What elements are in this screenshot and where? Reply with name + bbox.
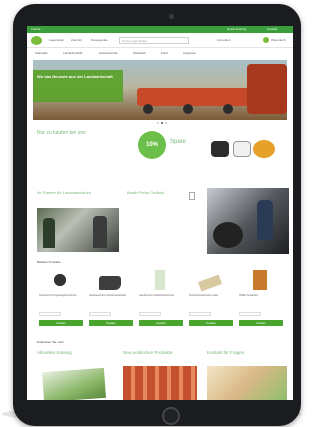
buy-button[interactable]: Kaufen (239, 320, 283, 326)
person-silhouette (93, 216, 107, 248)
wheel-image (223, 104, 233, 114)
warning-light-image[interactable] (253, 140, 275, 158)
wheel-image (183, 104, 193, 114)
tire-image (213, 222, 243, 248)
filter-image (253, 270, 267, 290)
product-card[interactable]: Handschutz Arbeitshandschuh Kaufen (139, 266, 183, 330)
product-card[interactable]: Schutzhandschuhe Leder Kaufen (189, 266, 233, 330)
price-field (239, 312, 261, 316)
header-link[interactable]: Lagerfelder (49, 38, 64, 42)
tablet-screen: Tractor... Gratis levering Kontakt Lager… (27, 26, 293, 400)
person-silhouette (257, 200, 273, 240)
person-silhouette (43, 218, 55, 248)
pagination-dot[interactable] (165, 122, 167, 124)
hero-title: Wo das Neueste aus der Landwirtschaft (37, 74, 113, 79)
cart-link[interactable]: Warenkorb (271, 38, 286, 42)
card-title: Beste Preise Technik (127, 190, 165, 195)
price-field (89, 312, 111, 316)
main-nav: Startseite Landwirtschaft Gartentechnik … (27, 48, 293, 58)
header-link[interactable]: Zubehör (71, 38, 82, 42)
product-name: Schutzhandschuhe Leder (189, 294, 219, 297)
discount-label: Spare (170, 139, 187, 145)
buy-button[interactable]: Kaufen (89, 320, 133, 326)
nav-item[interactable]: Angebote (183, 51, 196, 55)
price-field (189, 312, 211, 316)
work-lamp-image[interactable] (211, 141, 229, 157)
header-link[interactable]: Dieselgeräte (91, 38, 108, 42)
footer-column-title: Neu entdecken Produkte (123, 350, 173, 355)
product-card[interactable]: Gehörschutz Kapselgehörschutz Kaufen (39, 266, 83, 330)
product-card[interactable]: Arbeitsschuhe Sicherheitsstiefel Kaufen (89, 266, 133, 330)
cart-icon[interactable] (263, 37, 269, 43)
home-button[interactable] (162, 407, 180, 425)
product-name: Arbeitsschuhe Sicherheitsstiefel (89, 294, 126, 297)
product-card[interactable]: Ölfilter Ersatzteil Kaufen (239, 266, 283, 330)
product-name: Gehörschutz Kapselgehörschutz (39, 294, 77, 297)
glove-image (197, 274, 223, 292)
machinery-image[interactable] (123, 366, 197, 400)
tractor-image (247, 64, 287, 114)
topbar-item[interactable]: Kontakt (267, 27, 277, 31)
buy-button[interactable]: Kaufen (189, 320, 233, 326)
workshop-photo[interactable] (37, 208, 119, 252)
glove-image (155, 270, 165, 290)
topbar-item[interactable]: Gratis levering (227, 27, 246, 31)
buy-button[interactable]: Kaufen (139, 320, 183, 326)
brand-logo[interactable] (31, 36, 42, 45)
camera-icon (169, 14, 174, 19)
hero-pagination (157, 122, 167, 125)
photo-stage: Tractor... Gratis levering Kontakt Lager… (0, 0, 303, 427)
search-input[interactable]: Suche nach Artikel (119, 37, 189, 44)
topbar-left-text: Tractor... (31, 27, 43, 31)
product-name: Ölfilter Ersatzteil (239, 294, 258, 297)
nav-item[interactable]: Startseite (35, 51, 48, 55)
footer-column-title: Aktuelles Katalog (37, 350, 72, 355)
products-heading: Beliebte Produkte (37, 260, 61, 264)
bin-icon (189, 192, 195, 200)
catalog-image[interactable] (42, 367, 106, 400)
work-lamp-image[interactable] (233, 141, 251, 157)
tractor-photo[interactable] (207, 188, 289, 254)
person-photo[interactable] (207, 366, 287, 400)
buy-button[interactable]: Kaufen (39, 320, 83, 326)
pagination-dot-active[interactable] (161, 122, 163, 124)
promo-text: Nur zu kaufen bei uns (37, 130, 86, 136)
footer-column-title: Kontakt für Fragen (207, 350, 245, 355)
nav-item[interactable]: Landwirtschaft (63, 51, 82, 55)
nav-item[interactable]: Forst (161, 51, 168, 55)
product-name: Handschutz Arbeitshandschuh (139, 294, 175, 297)
hero-banner[interactable]: Wo das Neueste aus der Landwirtschaft (33, 60, 287, 120)
nav-item[interactable]: Werkstatt (133, 51, 146, 55)
headphones-image (49, 270, 71, 290)
login-link[interactable]: Anmelden (217, 38, 231, 42)
footer-heading: Entdecken Sie mehr (37, 340, 65, 344)
card-title: Ihr Partner für Landmaschinen (37, 190, 92, 195)
wheel-image (143, 104, 153, 114)
pagination-dot[interactable] (157, 122, 159, 124)
price-field (39, 312, 61, 316)
nav-item[interactable]: Gartentechnik (99, 51, 118, 55)
boot-image (99, 276, 121, 290)
top-bar: Tractor... Gratis levering Kontakt (27, 26, 293, 33)
price-field (139, 312, 161, 316)
site-header: Lagerfelder Zubehör Dieselgeräte Suche n… (27, 33, 293, 48)
discount-badge: 10% (138, 131, 166, 159)
